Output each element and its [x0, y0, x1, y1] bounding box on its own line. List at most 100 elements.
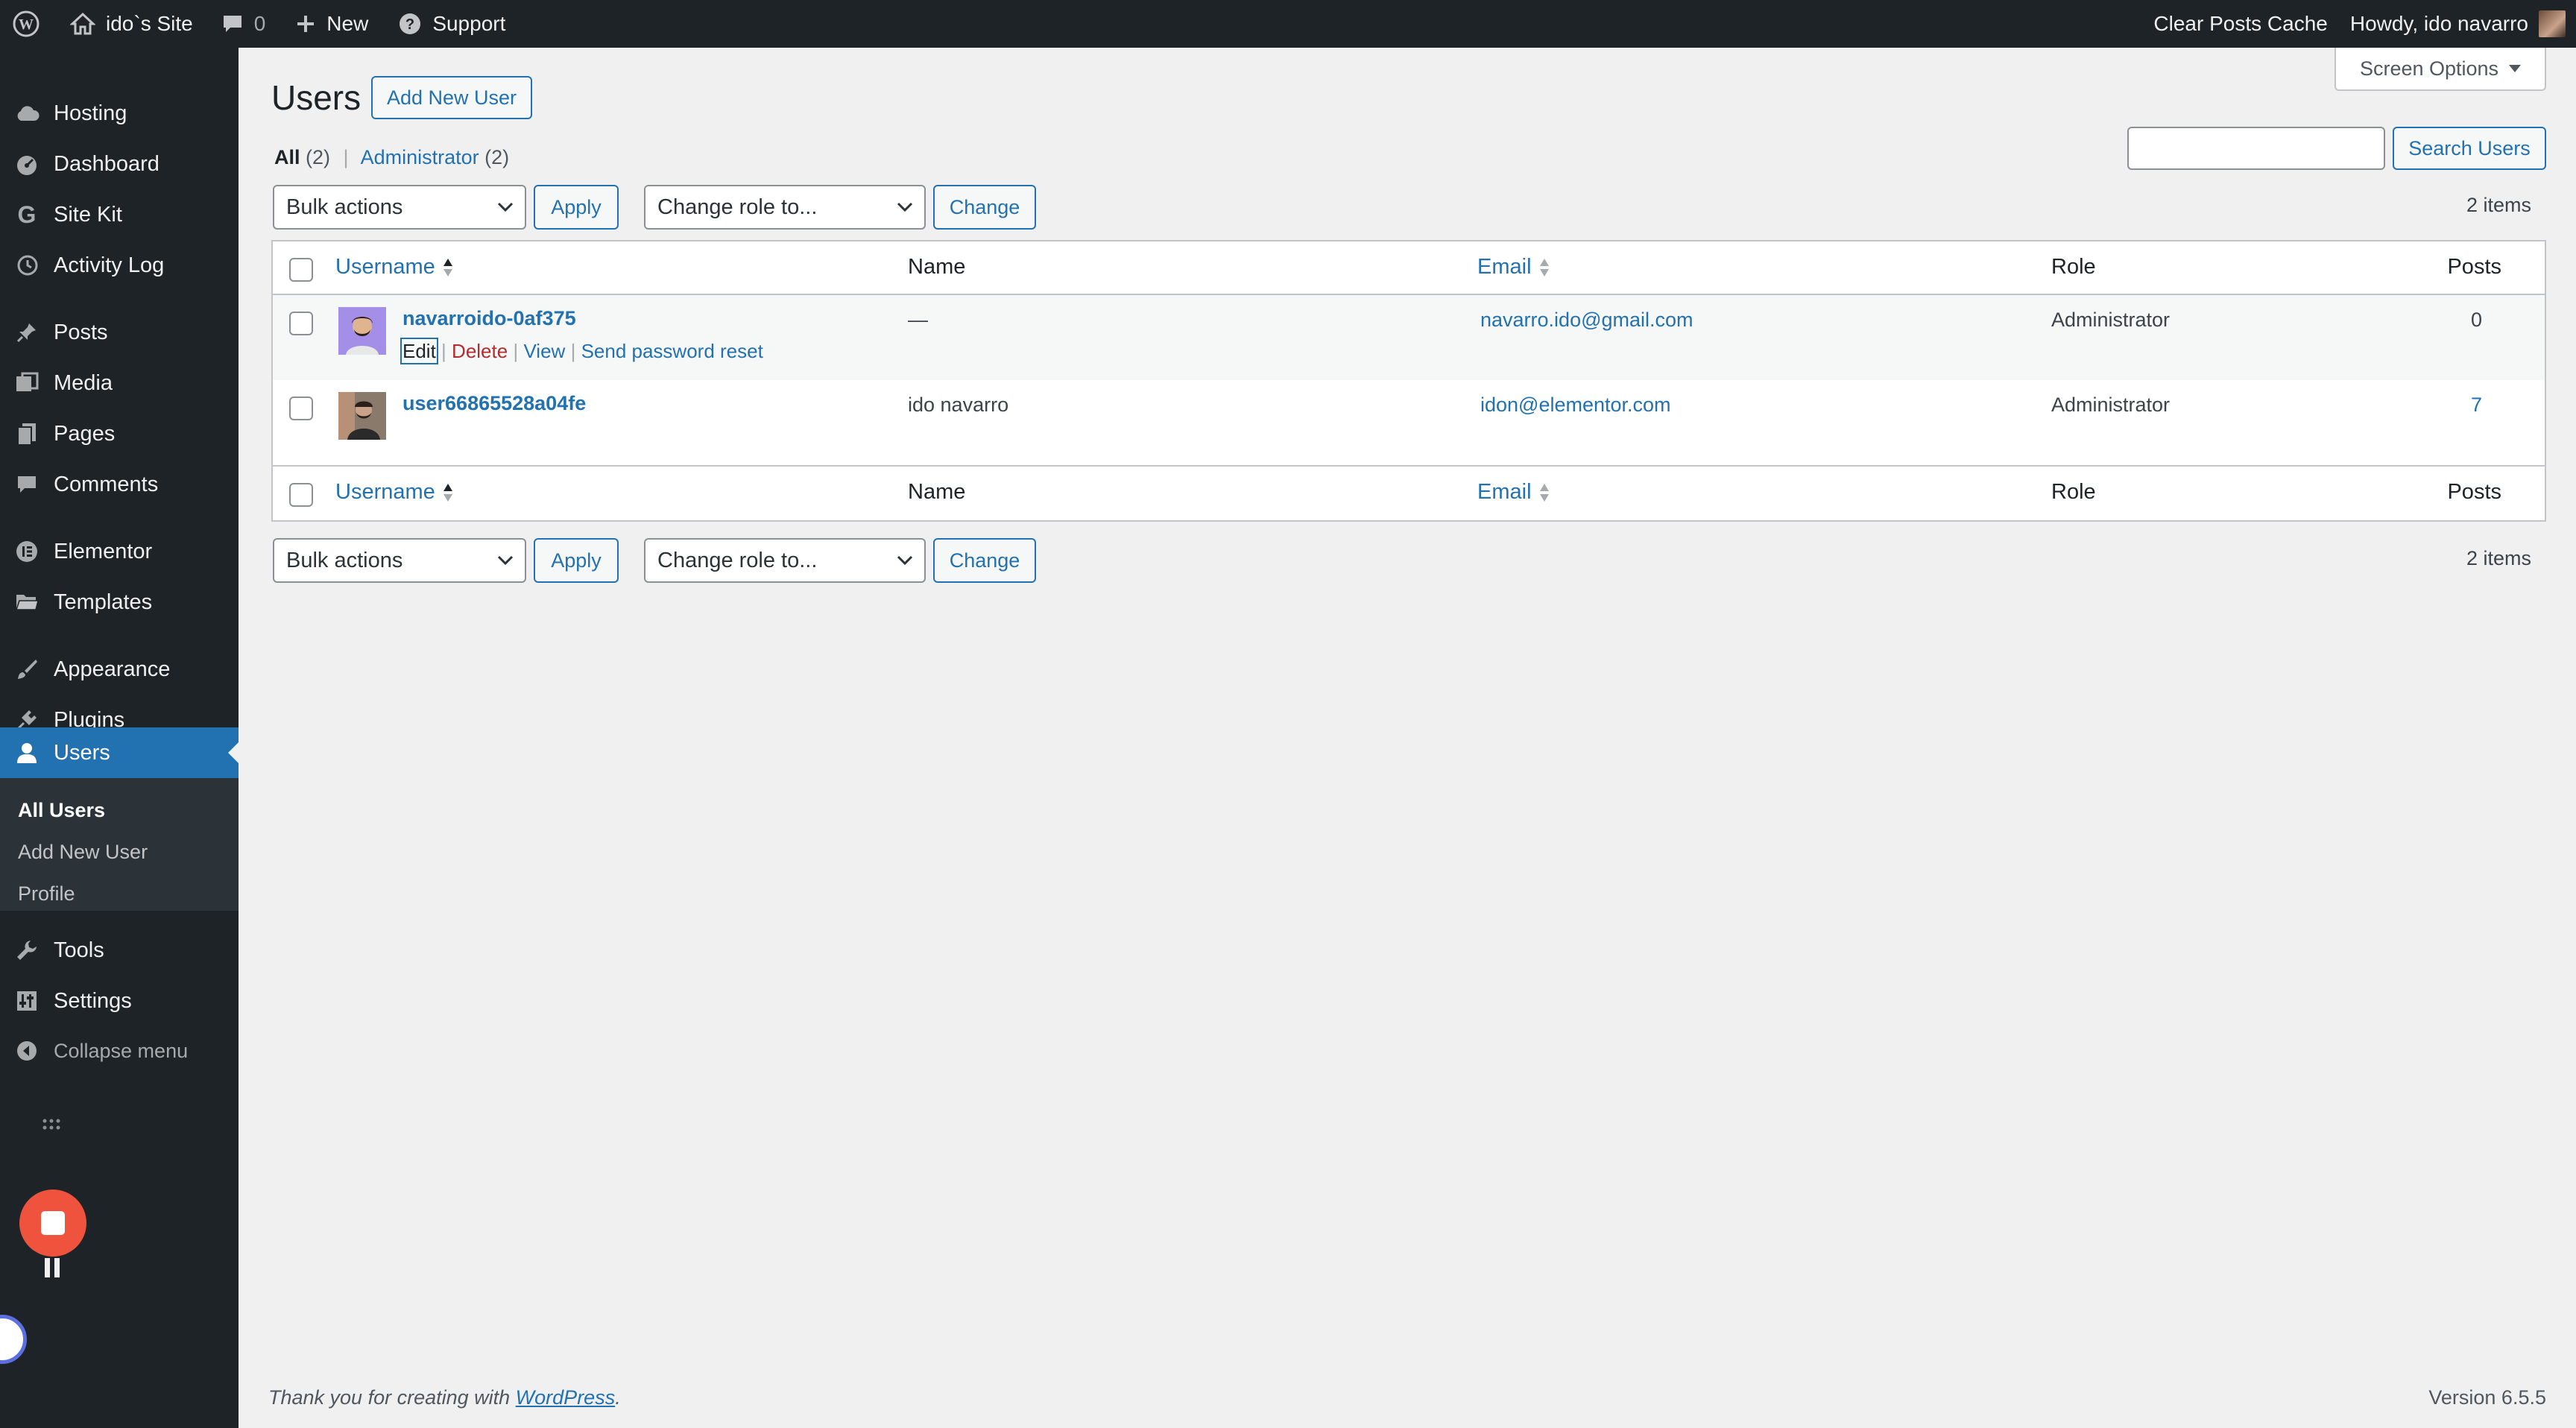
clear-cache-label: Clear Posts Cache: [2153, 12, 2328, 35]
column-posts: Posts: [2447, 255, 2501, 279]
apply-button-bottom[interactable]: Apply: [534, 538, 619, 583]
site-name: ido`s Site: [106, 12, 193, 35]
column-username-label: Username: [335, 255, 435, 279]
pause-recording-button[interactable]: [42, 1255, 64, 1280]
sidebar-item-label: Posts: [54, 320, 108, 344]
screen-options-button[interactable]: Screen Options: [2334, 48, 2546, 91]
site-name-link[interactable]: ido`s Site: [70, 0, 193, 48]
filter-all-count: (2): [306, 146, 331, 168]
drag-handle-icon[interactable]: [42, 1118, 64, 1131]
sidebar-item-label: Activity Log: [54, 253, 165, 277]
filter-all-label: All: [274, 146, 300, 168]
filter-administrator[interactable]: Administrator (2): [361, 146, 510, 168]
table-row: user66865528a04fe ido navarro idon@eleme…: [273, 380, 2545, 465]
items-count-top: 2 items: [2466, 194, 2531, 216]
sidebar-item-tools[interactable]: Tools: [0, 925, 239, 976]
my-account-link[interactable]: Howdy, ido navarro: [2350, 0, 2566, 48]
filter-all[interactable]: All (2): [274, 146, 330, 168]
user-name: ido navarro: [908, 394, 1009, 416]
sidebar-item-label: Hosting: [54, 101, 127, 125]
sort-icon: [443, 257, 453, 278]
sidebar-item-users[interactable]: Users: [0, 727, 239, 778]
user-posts-link[interactable]: 7: [2471, 394, 2482, 417]
change-role-select-top[interactable]: Change role to...: [644, 185, 926, 230]
delete-link[interactable]: Delete: [452, 340, 508, 362]
view-link[interactable]: View: [523, 340, 565, 362]
change-role-value: Change role to...: [657, 548, 818, 572]
send-password-reset-link[interactable]: Send password reset: [581, 340, 763, 362]
wrench-icon: [13, 937, 40, 964]
username-link[interactable]: user66865528a04fe: [402, 392, 586, 415]
sidebar-item-dashboard[interactable]: Dashboard: [0, 139, 239, 189]
footer-version: Version 6.5.5: [2428, 1386, 2546, 1409]
wordpress-logo-icon[interactable]: W: [9, 0, 43, 48]
select-all-checkbox[interactable]: [289, 258, 313, 282]
dashboard-icon: [13, 151, 40, 177]
sidebar-item-media[interactable]: Media: [0, 358, 239, 408]
stop-recording-button[interactable]: [19, 1190, 86, 1257]
add-new-user-button[interactable]: Add New User: [371, 76, 532, 119]
sidebar-item-appearance[interactable]: Appearance: [0, 644, 239, 695]
settings-icon: [13, 988, 40, 1014]
sidebar-item-hosting[interactable]: Hosting: [0, 88, 239, 139]
column-username[interactable]: Username: [335, 480, 453, 505]
items-count-bottom: 2 items: [2466, 547, 2531, 569]
user-search-input[interactable]: [2127, 127, 2385, 170]
change-role-select-bottom[interactable]: Change role to...: [644, 538, 926, 583]
edit-link[interactable]: Edit: [400, 338, 438, 364]
submenu-add-new-user[interactable]: Add New User: [18, 841, 148, 864]
row-checkbox[interactable]: [289, 312, 313, 335]
home-icon: [70, 12, 95, 36]
sidebar-item-label: Settings: [54, 988, 132, 1013]
user-role: Administrator: [2051, 394, 2171, 416]
username-link[interactable]: navarroido-0af375: [402, 307, 576, 330]
sidebar-item-label: Tools: [54, 938, 104, 962]
user-email-link[interactable]: idon@elementor.com: [1480, 394, 1671, 417]
column-username[interactable]: Username: [335, 255, 453, 279]
sidebar-item-templates[interactable]: Templates: [0, 577, 239, 628]
collapse-icon: [13, 1037, 40, 1064]
users-table: Username Name Email Role Posts navarroid…: [271, 240, 2546, 522]
new-content-link[interactable]: New: [295, 0, 368, 48]
change-button-bottom[interactable]: Change: [933, 538, 1036, 583]
apply-button-top[interactable]: Apply: [534, 185, 619, 230]
clear-cache-link[interactable]: Clear Posts Cache: [2153, 0, 2327, 48]
column-email[interactable]: Email: [1477, 480, 1550, 505]
column-name: Name: [908, 480, 966, 504]
sidebar-item-posts[interactable]: Posts: [0, 307, 239, 358]
sidebar-item-pages[interactable]: Pages: [0, 408, 239, 459]
submenu-profile[interactable]: Profile: [18, 882, 75, 906]
comments-link[interactable]: 0: [221, 0, 265, 48]
recorder-circle-icon[interactable]: [0, 1315, 27, 1364]
sidebar-item-comments[interactable]: Comments: [0, 459, 239, 510]
bulk-actions-select-bottom[interactable]: Bulk actions: [273, 538, 526, 583]
footer-thanks-text: Thank you for creating with: [268, 1386, 516, 1409]
user-avatar: [338, 307, 386, 355]
row-checkbox[interactable]: [289, 397, 313, 420]
support-link[interactable]: ? Support: [398, 0, 505, 48]
new-label: New: [326, 12, 369, 35]
wordpress-link[interactable]: WordPress: [516, 1386, 616, 1409]
sort-icon: [1539, 482, 1550, 503]
google-g-icon: G: [13, 201, 40, 228]
select-all-checkbox[interactable]: [289, 483, 313, 507]
column-email[interactable]: Email: [1477, 255, 1550, 279]
media-icon: [13, 370, 40, 397]
collapse-menu-button[interactable]: Collapse menu: [0, 1026, 239, 1076]
user-email-link[interactable]: navarro.ido@gmail.com: [1480, 309, 1693, 332]
chevron-down-icon: [496, 201, 514, 213]
change-button-top[interactable]: Change: [933, 185, 1036, 230]
search-users-button[interactable]: Search Users: [2393, 127, 2546, 170]
sidebar-item-activity-log[interactable]: Activity Log: [0, 240, 239, 291]
sidebar-item-settings[interactable]: Settings: [0, 976, 239, 1026]
sidebar-item-site-kit[interactable]: G Site Kit: [0, 189, 239, 240]
main-content: Screen Options Users Add New User All (2…: [239, 48, 2576, 1428]
sidebar-item-elementor[interactable]: Elementor: [0, 526, 239, 577]
filter-separator: |: [343, 146, 349, 168]
admin-menu: Hosting Dashboard G Site Kit Activity Lo…: [0, 48, 239, 1428]
bulk-actions-select-top[interactable]: Bulk actions: [273, 185, 526, 230]
submenu-all-users[interactable]: All Users: [18, 799, 105, 822]
user-icon: [13, 739, 40, 766]
stop-icon: [41, 1211, 65, 1235]
column-role: Role: [2051, 480, 2096, 504]
